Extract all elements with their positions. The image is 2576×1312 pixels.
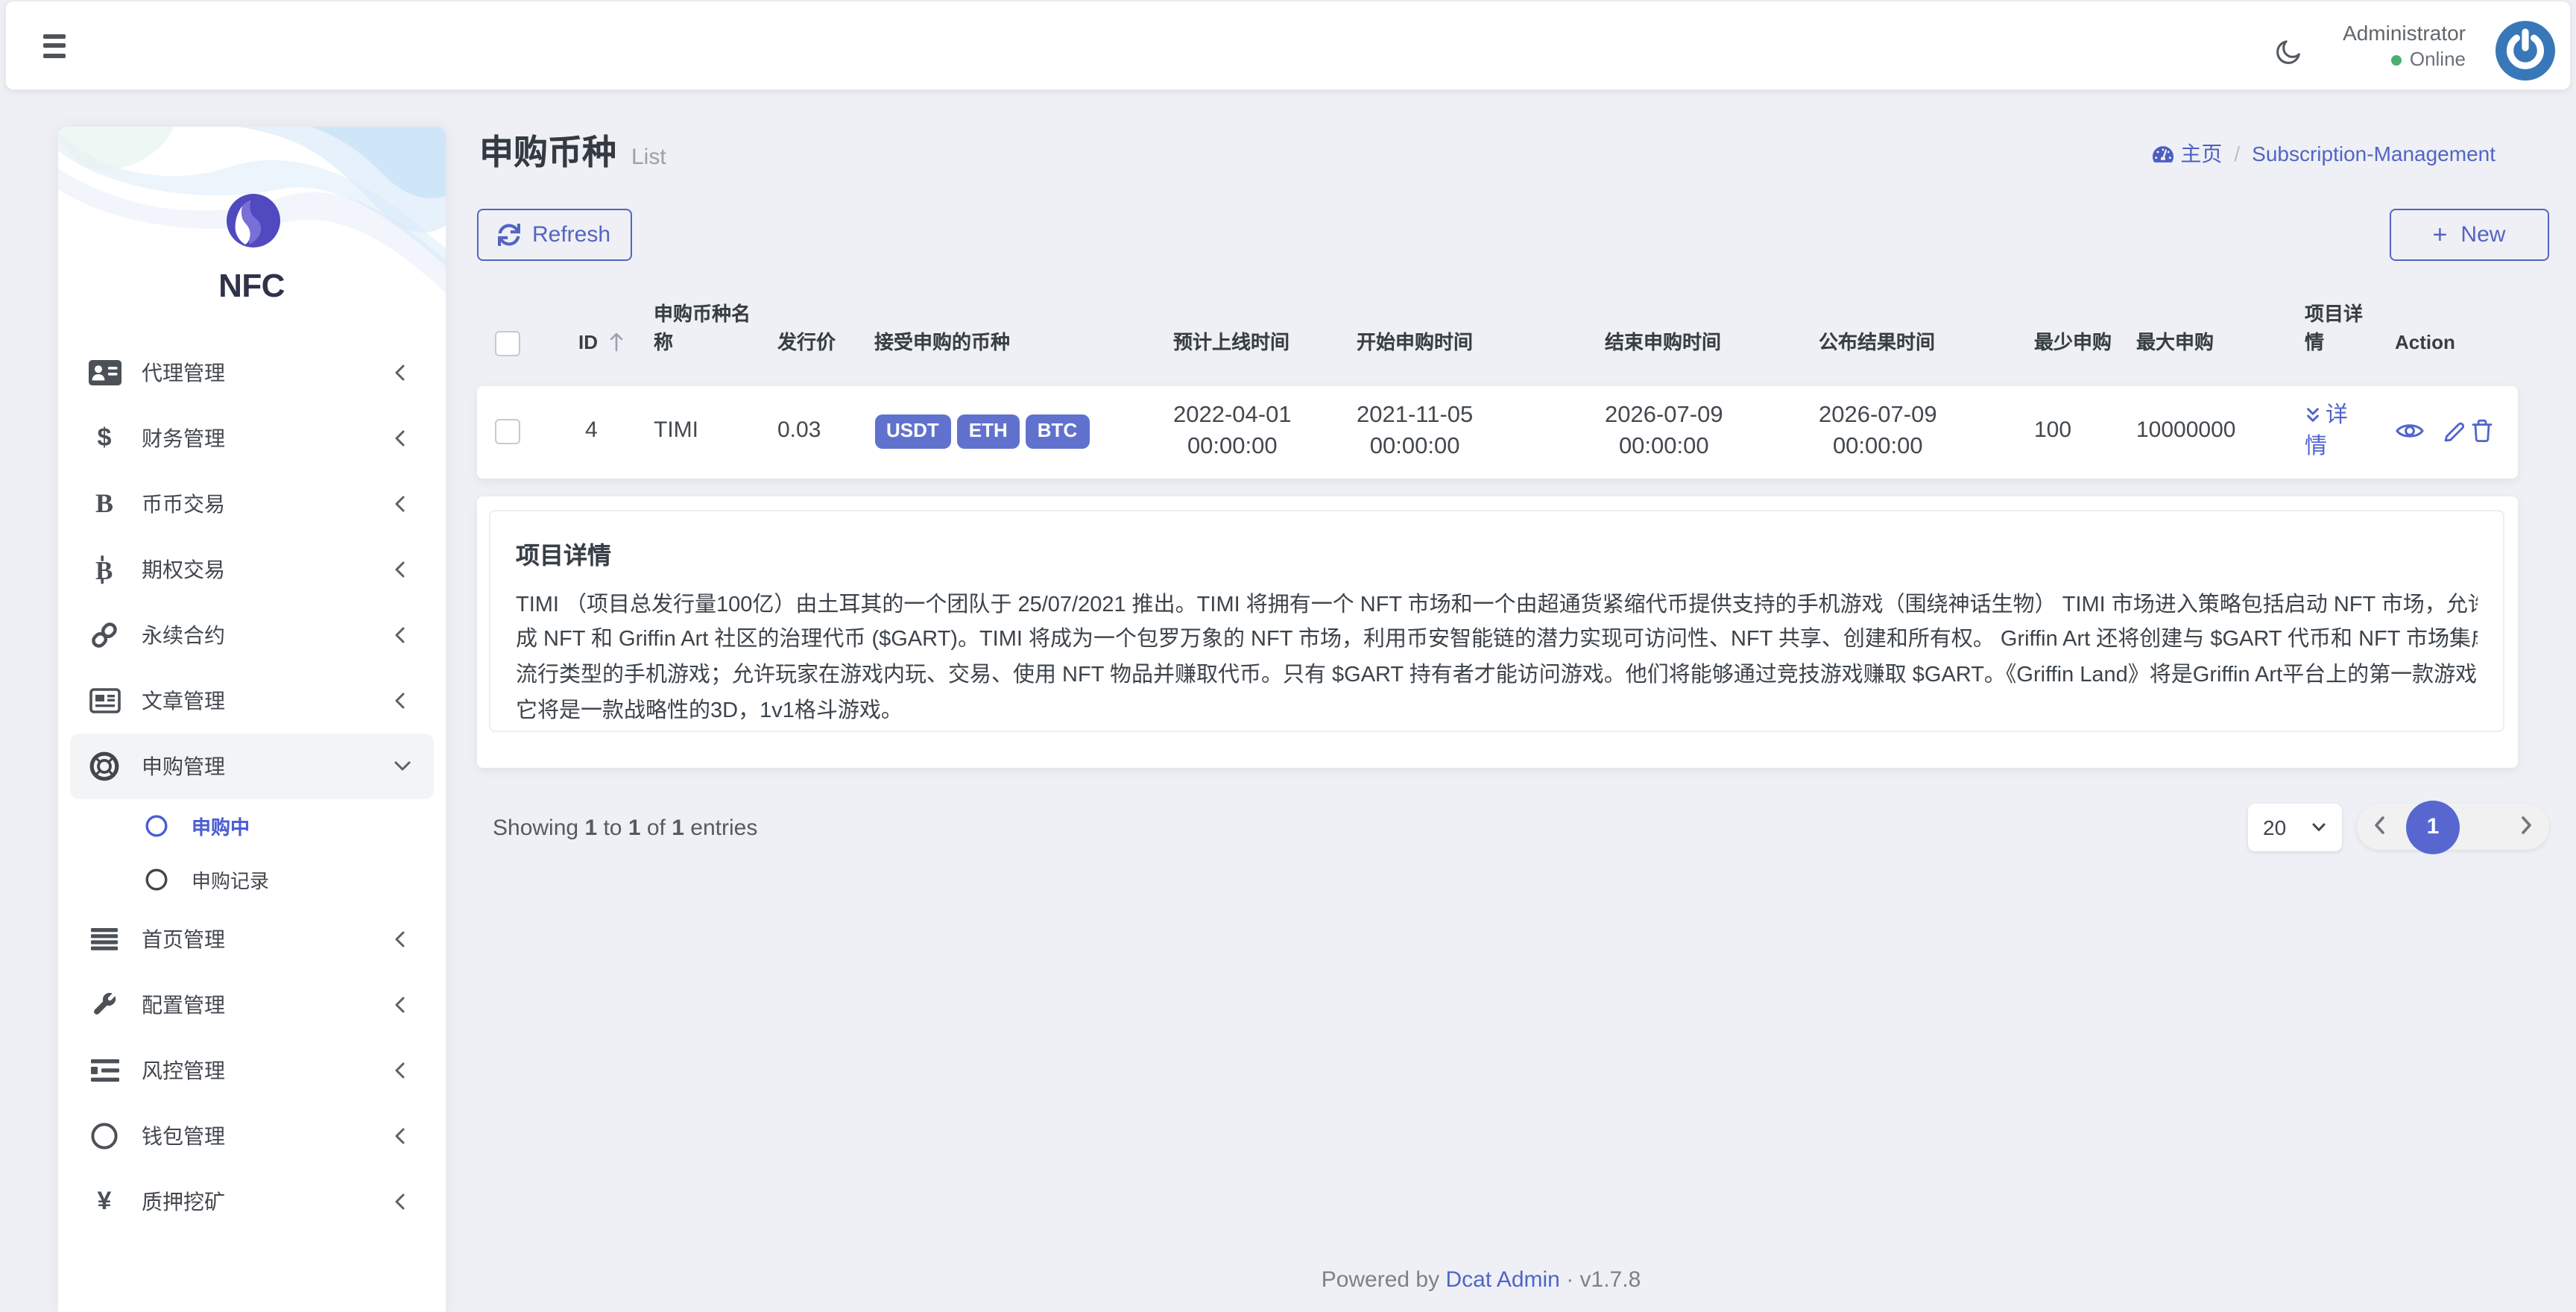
svg-text:B: B xyxy=(95,556,113,585)
